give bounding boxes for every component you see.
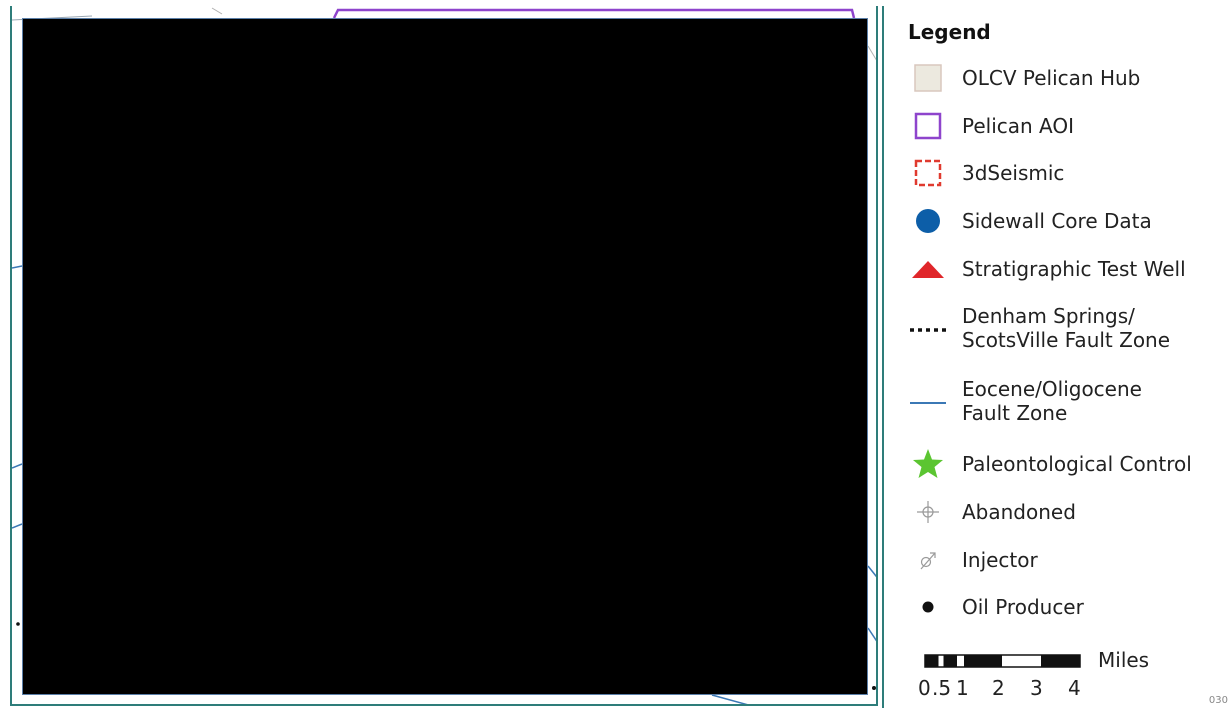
redacted-map-area bbox=[22, 18, 868, 695]
basemap-line bbox=[211, 7, 223, 15]
scale-unit-label: Miles bbox=[1098, 648, 1150, 672]
green-star-icon bbox=[908, 447, 948, 481]
legend-item-sidewall-core: Sidewall Core Data bbox=[908, 204, 1228, 238]
hub-area-swatch-icon bbox=[908, 61, 948, 95]
injector-well-icon bbox=[908, 543, 948, 577]
scale-tick-label: 4 bbox=[1068, 676, 1081, 700]
map-figure: Legend OLCV Pelican Hub Pelican AOI 3dSe… bbox=[0, 0, 1230, 708]
legend-item-label: Injector bbox=[962, 548, 1038, 572]
legend-item-label: Paleontological Control bbox=[962, 452, 1192, 476]
legend-item-paleontological-control: Paleontological Control bbox=[908, 447, 1228, 481]
well-dot bbox=[872, 686, 876, 690]
scale-tick-label: .5 bbox=[932, 676, 952, 700]
dotted-line-icon bbox=[908, 311, 948, 345]
blue-circle-icon bbox=[908, 204, 948, 238]
fault-line-fragment bbox=[12, 523, 23, 529]
legend-item-label: OLCV Pelican Hub bbox=[962, 66, 1141, 90]
red-triangle-icon bbox=[908, 252, 948, 286]
well-dot bbox=[16, 622, 20, 626]
legend-item-pelican-aoi: Pelican AOI bbox=[908, 109, 1228, 143]
aoi-outline-swatch-icon bbox=[908, 109, 948, 143]
legend-item-denham-fault-zone: Denham Springs/ ScotsVille Fault Zone bbox=[908, 304, 1228, 352]
fault-line-fragment bbox=[12, 463, 23, 469]
legend-item-label: Stratigraphic Test Well bbox=[962, 257, 1186, 281]
legend-item-oil-producer: Oil Producer bbox=[908, 590, 1228, 624]
legend-title: Legend bbox=[908, 20, 991, 44]
legend-item-strat-test-well: Stratigraphic Test Well bbox=[908, 252, 1228, 286]
legend-item-injector: Injector bbox=[908, 543, 1228, 577]
legend-item-abandoned: Abandoned bbox=[908, 495, 1228, 529]
scale-tick-label: 2 bbox=[992, 676, 1005, 700]
oil-producer-dot-icon bbox=[908, 590, 948, 624]
aoi-outline-fragment bbox=[332, 8, 856, 19]
fault-line-fragment bbox=[711, 694, 748, 704]
figure-id-tag: 030 bbox=[1208, 695, 1228, 706]
legend-item-label: Abandoned bbox=[962, 500, 1076, 524]
legend-item-eocene-fault-zone: Eocene/Oligocene Fault Zone bbox=[908, 377, 1228, 425]
legend-item-label: 3dSeismic bbox=[962, 161, 1065, 185]
legend-item-label: Oil Producer bbox=[962, 595, 1084, 619]
seismic-dashed-swatch-icon bbox=[908, 156, 948, 190]
blue-line-icon bbox=[908, 384, 948, 418]
scale-tick-label: 3 bbox=[1030, 676, 1043, 700]
map-panel bbox=[10, 6, 878, 706]
legend-item-3d-seismic: 3dSeismic bbox=[908, 156, 1228, 190]
scale-tick-label: 0 bbox=[918, 676, 931, 700]
legend-item-label: Sidewall Core Data bbox=[962, 209, 1152, 233]
scale-bar: Miles 0 .5 1 2 3 4 bbox=[918, 648, 1218, 706]
fault-line-fragment bbox=[12, 265, 23, 269]
legend-item-pelican-hub: OLCV Pelican Hub bbox=[908, 61, 1228, 95]
legend-item-label: Eocene/Oligocene Fault Zone bbox=[962, 377, 1142, 425]
legend-item-label: Denham Springs/ ScotsVille Fault Zone bbox=[962, 304, 1171, 352]
basemap-line bbox=[867, 45, 876, 61]
scale-tick-label: 1 bbox=[956, 676, 969, 700]
fault-line-fragment bbox=[867, 565, 876, 578]
fault-line-fragment bbox=[867, 627, 876, 642]
legend-panel: Legend OLCV Pelican Hub Pelican AOI 3dSe… bbox=[882, 6, 1230, 708]
abandoned-well-icon bbox=[908, 495, 948, 529]
legend-item-label: Pelican AOI bbox=[962, 114, 1075, 138]
